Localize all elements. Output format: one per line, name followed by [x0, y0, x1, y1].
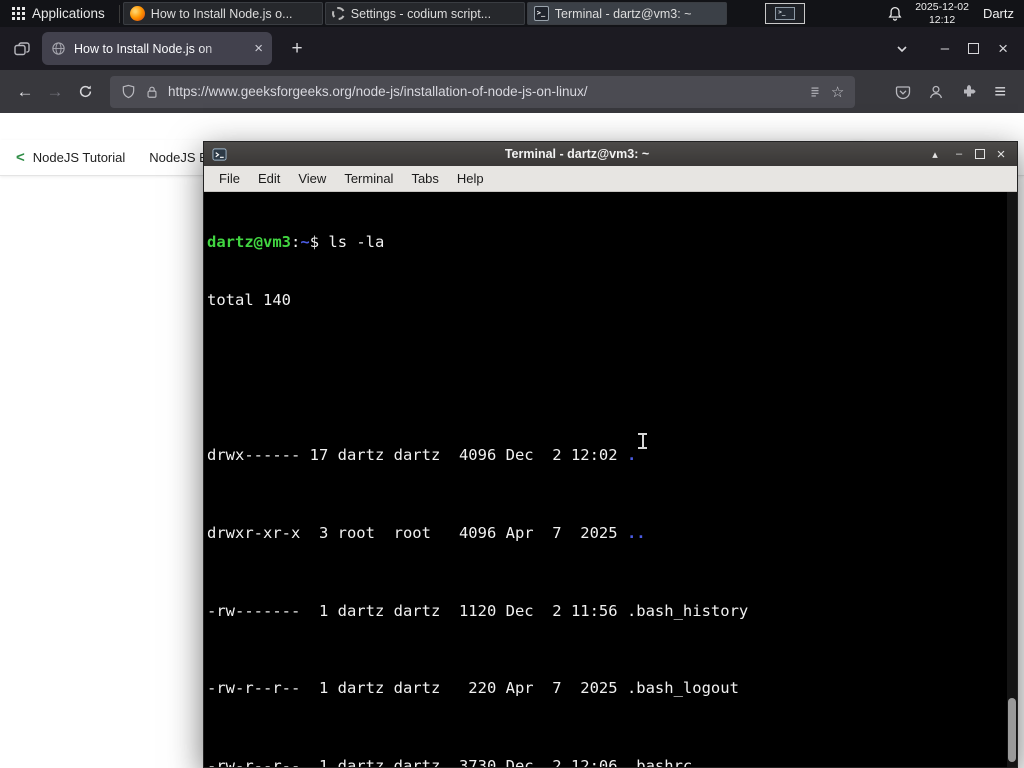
pocket-icon[interactable] — [895, 84, 911, 100]
tab-favicon — [51, 41, 66, 56]
panel-window-button[interactable]: How to Install Node.js o... — [122, 2, 323, 25]
bookmark-star-icon[interactable]: ☆ — [831, 83, 844, 101]
file-name: .. — [626, 523, 646, 542]
file-meta: drwx------ 17 dartz dartz 4096 Dec 2 12:… — [207, 446, 627, 465]
window-title-label: How to Install Node.js o... — [150, 6, 293, 21]
workspace-switcher[interactable] — [765, 3, 806, 24]
panel-window-buttons: How to Install Node.js o... Settings - c… — [122, 0, 728, 27]
clock-date: 2025-12-02 — [915, 0, 969, 13]
workspace-window-thumbnail — [775, 7, 796, 20]
file-meta: drwxr-xr-x 3 root root 4096 Apr 7 2025 — [207, 523, 627, 542]
prompt-user-host: dartz@vm3 — [207, 232, 291, 251]
reload-button[interactable] — [70, 77, 100, 107]
panel-clock[interactable]: 2025-12-02 12:12 — [915, 1, 969, 26]
terminal-output-area[interactable]: dartz@vm3:~$ ls -la total 140 drwx------… — [204, 192, 1017, 767]
terminal-scrollbar-thumb[interactable] — [1008, 698, 1016, 762]
panel-window-button[interactable]: Terminal - dartz@vm3: ~ — [526, 2, 727, 25]
prompt-colon: : — [291, 232, 301, 251]
close-button[interactable]: × — [998, 39, 1008, 59]
file-name: . — [626, 446, 637, 465]
terminal-listing-line: drwx------ 17 dartz dartz 4096 Dec 2 12:… — [207, 446, 1017, 465]
terminal-close-button[interactable]: × — [993, 146, 1009, 163]
nav-scroll-left-icon[interactable]: < — [8, 149, 33, 166]
tab-close-icon[interactable]: × — [254, 41, 263, 56]
browser-tab-bar: How to Install Node.js on × + – × — [0, 27, 1024, 70]
window-app-icon — [129, 6, 145, 21]
file-name: .bash_logout — [626, 679, 739, 698]
file-name: .bashrc — [626, 756, 693, 767]
file-meta: -rw-r--r-- 1 dartz dartz 220 Apr 7 2025 — [207, 679, 627, 698]
typed-command: ls -la — [328, 232, 385, 251]
ibeam-cursor — [638, 433, 647, 449]
file-meta: -rw-r--r-- 1 dartz dartz 3730 Dec 2 12:0… — [207, 756, 627, 767]
terminal-file-listing: drwx------ 17 dartz dartz 4096 Dec 2 12:… — [207, 369, 1017, 767]
reader-mode-icon[interactable] — [808, 85, 822, 99]
site-nav-link[interactable]: NodeJS Tutorial — [33, 150, 126, 165]
panel-window-button[interactable]: Settings - codium script... — [324, 2, 525, 25]
terminal-maximize-button[interactable] — [975, 149, 985, 159]
menu-icon[interactable]: ≡ — [994, 82, 1006, 102]
user-menu-button[interactable]: Dartz — [983, 6, 1014, 21]
applications-grid-icon — [12, 7, 25, 20]
terminal-total-line: total 140 — [207, 291, 291, 310]
file-meta: -rw------- 1 dartz dartz 1120 Dec 2 11:5… — [207, 601, 627, 620]
terminal-app-icon — [212, 147, 227, 162]
terminal-minimize-button[interactable]: – — [951, 148, 967, 160]
url-text: https://www.geeksforgeeks.org/node-js/in… — [168, 84, 588, 99]
window-title-label: Settings - codium script... — [350, 6, 492, 21]
extensions-puzzle-icon[interactable] — [961, 84, 977, 100]
terminal-menu-item[interactable]: Terminal — [335, 168, 402, 189]
file-name: .bash_history — [626, 601, 749, 620]
back-button[interactable]: ← — [10, 77, 40, 107]
top-panel: Applications How to Install Node.js o...… — [0, 0, 1024, 27]
terminal-menu-item[interactable]: Edit — [249, 168, 289, 189]
applications-label: Applications — [32, 6, 105, 21]
chevron-down-icon — [896, 43, 908, 55]
terminal-shade-button[interactable]: ▴ — [927, 148, 943, 161]
terminal-menubar: File Edit View Terminal Tabs Help — [204, 166, 1017, 192]
terminal-menu-item[interactable]: Help — [448, 168, 493, 189]
window-app-icon — [331, 7, 345, 20]
prompt-dollar: $ — [309, 232, 329, 251]
terminal-listing-line: -rw------- 1 dartz dartz 1120 Dec 2 11:5… — [207, 602, 1017, 621]
clock-time: 12:12 — [928, 13, 956, 26]
terminal-listing-line: drwxr-xr-x 3 root root 4096 Apr 7 2025 .… — [207, 524, 1017, 543]
terminal-prompt-line: dartz@vm3:~$ ls -la — [207, 233, 1017, 252]
tracking-protection-shield-icon — [121, 84, 136, 99]
account-icon[interactable] — [928, 84, 944, 100]
terminal-listing-line: -rw-r--r-- 1 dartz dartz 220 Apr 7 2025 … — [207, 679, 1017, 698]
url-bar[interactable]: https://www.geeksforgeeks.org/node-js/in… — [110, 75, 856, 108]
new-tab-button[interactable]: + — [284, 38, 310, 60]
applications-menu-button[interactable]: Applications — [0, 0, 117, 27]
firefox-view-icon — [14, 41, 30, 57]
browser-navigation-toolbar: ← → https://www.geeksforgeeks.org/node-j… — [0, 70, 1024, 113]
bell-icon — [887, 6, 903, 22]
notifications-button[interactable] — [887, 6, 903, 22]
terminal-window: Terminal - dartz@vm3: ~ ▴ – × File Edit … — [203, 141, 1018, 768]
maximize-button[interactable] — [968, 43, 980, 54]
lock-icon — [145, 85, 159, 99]
panel-separator — [118, 4, 120, 23]
toolbar-icon-cluster: ≡ — [895, 82, 1006, 102]
browser-window-controls: – × — [941, 39, 1008, 59]
terminal-titlebar[interactable]: Terminal - dartz@vm3: ~ ▴ – × — [204, 142, 1017, 166]
firefox-view-button[interactable] — [8, 35, 36, 63]
tab-title: How to Install Node.js on — [74, 41, 213, 56]
browser-tab[interactable]: How to Install Node.js on × — [42, 32, 272, 65]
terminal-scrollbar[interactable] — [1007, 192, 1017, 767]
terminal-menu-item[interactable]: File — [210, 168, 249, 189]
terminal-listing-line: -rw-r--r-- 1 dartz dartz 3730 Dec 2 12:0… — [207, 757, 1017, 767]
terminal-window-title: Terminal - dartz@vm3: ~ — [504, 147, 650, 161]
window-title-label: Terminal - dartz@vm3: ~ — [554, 6, 692, 21]
minimize-button[interactable]: – — [941, 40, 949, 57]
window-app-icon — [533, 6, 549, 21]
forward-button[interactable]: → — [40, 77, 70, 107]
prompt-path: ~ — [300, 232, 310, 251]
terminal-menu-item[interactable]: Tabs — [402, 168, 447, 189]
list-all-tabs-button[interactable] — [889, 43, 915, 55]
terminal-menu-item[interactable]: View — [289, 168, 335, 189]
